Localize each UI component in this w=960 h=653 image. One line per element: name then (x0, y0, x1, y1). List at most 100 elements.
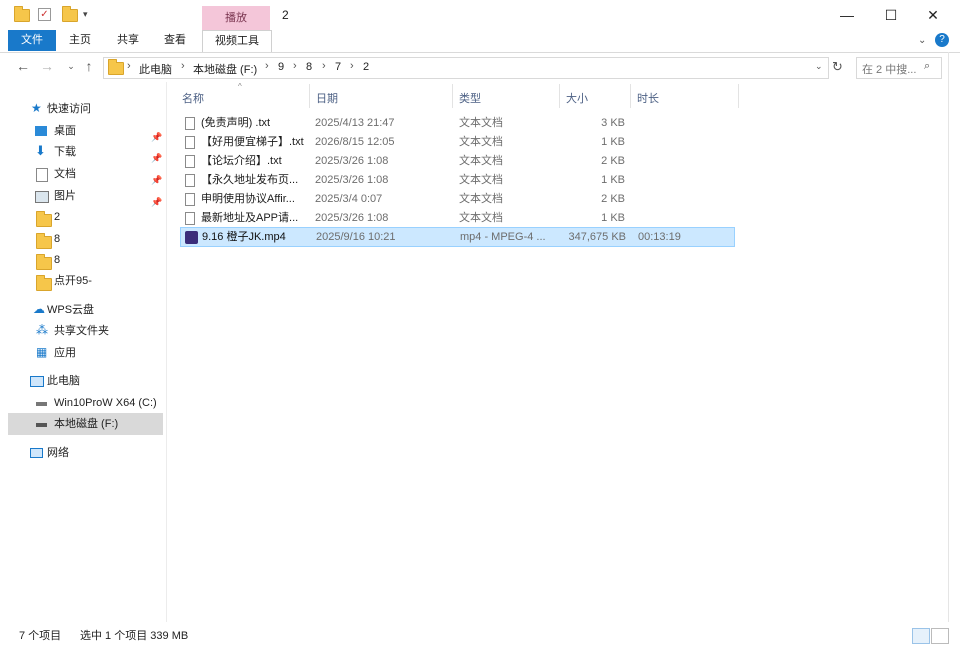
sidebar-item-label: 本地磁盘 (F:) (54, 418, 119, 430)
file-row[interactable]: (免责声明) .txt 2025/4/13 21:47 文本文档 3 KB (180, 114, 735, 133)
file-duration: 00:13:19 (638, 231, 681, 243)
computer-icon (30, 376, 44, 387)
tab-video-tools[interactable]: 视频工具 (202, 30, 272, 52)
column-header-name[interactable]: 名称 (182, 90, 204, 106)
column-divider[interactable] (452, 84, 453, 108)
up-arrow-icon[interactable]: ↑ (80, 58, 98, 74)
video-file-icon (185, 231, 198, 244)
refresh-icon[interactable]: ↻ (832, 59, 843, 75)
sidebar-item-drive-f[interactable]: 本地磁盘 (F:) (8, 413, 163, 435)
sidebar-item-drive-c[interactable]: Win10ProW X64 (C:) (0, 392, 164, 414)
back-arrow-icon[interactable]: ← (14, 58, 32, 74)
file-size: 1 KB (601, 174, 625, 186)
tab-home[interactable]: 主页 (60, 30, 100, 51)
sidebar-item-folder-8[interactable]: 8 (0, 228, 164, 250)
tab-view[interactable]: 查看 (155, 30, 195, 51)
sidebar-item-label: 8 (54, 254, 61, 266)
sidebar-item-folder-95[interactable]: 点开95- (0, 270, 164, 292)
window-title: 2 (282, 8, 289, 22)
column-divider[interactable] (738, 84, 739, 108)
file-name: 9.16 橙子JK.mp4 (202, 231, 286, 243)
sidebar-item-label: 桌面 (54, 125, 76, 137)
file-date: 2025/3/26 1:08 (315, 155, 389, 167)
sidebar-item-apps[interactable]: ▦ 应用 (0, 342, 164, 364)
large-icons-view-icon[interactable] (931, 628, 949, 644)
sidebar-item-folder-8b[interactable]: 8 (0, 249, 164, 271)
tab-file[interactable]: 文件 (8, 30, 56, 51)
breadcrumb-separator: › (127, 60, 131, 72)
breadcrumb-separator[interactable]: › (265, 60, 269, 72)
sidebar-item-quick-access[interactable]: ★ 快速访问 (0, 98, 164, 120)
file-date: 2026/8/15 12:05 (315, 136, 395, 148)
breadcrumb-folder-8[interactable]: 8 (306, 61, 312, 73)
text-file-icon (185, 212, 195, 225)
sidebar-item-shared-folder[interactable]: ⁂ 共享文件夹 (0, 320, 164, 342)
properties-icon[interactable]: ✓ (38, 8, 51, 21)
file-name: 申明使用协议Affir... (201, 193, 295, 205)
text-file-icon (185, 117, 195, 130)
file-row[interactable]: 最新地址及APP请... 2025/3/26 1:08 文本文档 1 KB (180, 209, 735, 228)
details-view-icon[interactable] (912, 628, 930, 644)
search-input[interactable]: 在 2 中搜... (862, 61, 916, 77)
breadcrumb-folder-2[interactable]: 2 (363, 61, 369, 73)
breadcrumb-separator[interactable]: › (350, 60, 354, 72)
sidebar-item-label: WPS云盘 (47, 304, 95, 316)
sidebar-item-network[interactable]: 网络 (0, 442, 164, 464)
file-name: 【论坛介绍】.txt (201, 155, 282, 167)
breadcrumb-separator[interactable]: › (181, 60, 185, 72)
recent-chevron-icon[interactable]: ⌄ (62, 61, 80, 72)
file-row[interactable]: 申明使用协议Affir... 2025/3/4 0:07 文本文档 2 KB (180, 190, 735, 209)
sidebar-item-folder-2[interactable]: 2 (0, 206, 164, 228)
file-type: 文本文档 (459, 136, 503, 148)
sidebar-item-wps-cloud[interactable]: ☁ WPS云盘 (0, 299, 164, 321)
help-icon[interactable]: ? (935, 33, 949, 47)
column-header-size[interactable]: 大小 (566, 90, 588, 106)
file-row-selected[interactable]: 9.16 橙子JK.mp4 2025/9/16 10:21 mp4 - MPEG… (180, 227, 735, 247)
file-row[interactable]: 【好用便宜梯子】.txt 2026/8/15 12:05 文本文档 1 KB (180, 133, 735, 152)
breadcrumb-drive-f[interactable]: 本地磁盘 (F:) (193, 61, 257, 77)
sort-arrow-icon: ^ (238, 82, 242, 91)
sidebar-item-this-pc[interactable]: 此电脑 (0, 370, 164, 392)
ribbon-expand-icon[interactable]: ⌄ (918, 35, 926, 46)
breadcrumb-folder-9[interactable]: 9 (278, 61, 284, 73)
column-divider[interactable] (559, 84, 560, 108)
pane-divider[interactable] (166, 82, 167, 622)
sidebar-item-documents[interactable]: 文档 📌 (0, 163, 164, 185)
drive-icon (36, 402, 47, 406)
sidebar-item-label: 8 (54, 233, 61, 245)
sidebar-item-downloads[interactable]: ⬇ 下载 📌 (0, 141, 164, 164)
sidebar-item-desktop[interactable]: 桌面 📌 (0, 120, 164, 142)
minimize-button[interactable]: — (824, 0, 870, 30)
sidebar-item-label: 文档 (54, 168, 76, 180)
column-divider[interactable] (630, 84, 631, 108)
maximize-button[interactable]: ☐ (868, 0, 914, 30)
breadcrumb-separator[interactable]: › (293, 60, 297, 72)
scrollbar-track[interactable] (948, 52, 949, 622)
file-row[interactable]: 【永久地址发布页... 2025/3/26 1:08 文本文档 1 KB (180, 171, 735, 190)
tab-share[interactable]: 共享 (108, 30, 148, 51)
breadcrumb-this-pc[interactable]: 此电脑 (139, 61, 172, 77)
text-file-icon (185, 155, 195, 168)
file-name: 【好用便宜梯子】.txt (201, 136, 304, 148)
status-bar: 7 个项目 选中 1 个项目 339 MB (0, 626, 960, 646)
customize-qa-icon[interactable]: ▾ (83, 9, 88, 20)
column-header-type[interactable]: 类型 (459, 90, 481, 106)
file-row[interactable]: 【论坛介绍】.txt 2025/3/26 1:08 文本文档 2 KB (180, 152, 735, 171)
file-name: 最新地址及APP请... (201, 212, 299, 224)
title-bar (0, 0, 960, 30)
forward-arrow-icon[interactable]: → (38, 58, 56, 74)
sidebar-item-pictures[interactable]: 图片 📌 (0, 185, 164, 207)
column-header-date[interactable]: 日期 (316, 90, 338, 106)
search-icon[interactable]: ⌕ (924, 60, 930, 73)
column-divider[interactable] (309, 84, 310, 108)
sidebar-item-label: 2 (54, 211, 61, 223)
column-header-duration[interactable]: 时长 (637, 90, 659, 106)
address-dropdown-icon[interactable]: ⌄ (815, 61, 823, 72)
sidebar-item-label: 图片 (54, 190, 76, 202)
new-folder-icon[interactable] (62, 6, 78, 25)
close-button[interactable]: ✕ (910, 0, 956, 30)
breadcrumb-folder-7[interactable]: 7 (335, 61, 341, 73)
file-type: 文本文档 (459, 155, 503, 167)
breadcrumb-separator[interactable]: › (322, 60, 326, 72)
sidebar-item-label: 应用 (54, 347, 76, 359)
